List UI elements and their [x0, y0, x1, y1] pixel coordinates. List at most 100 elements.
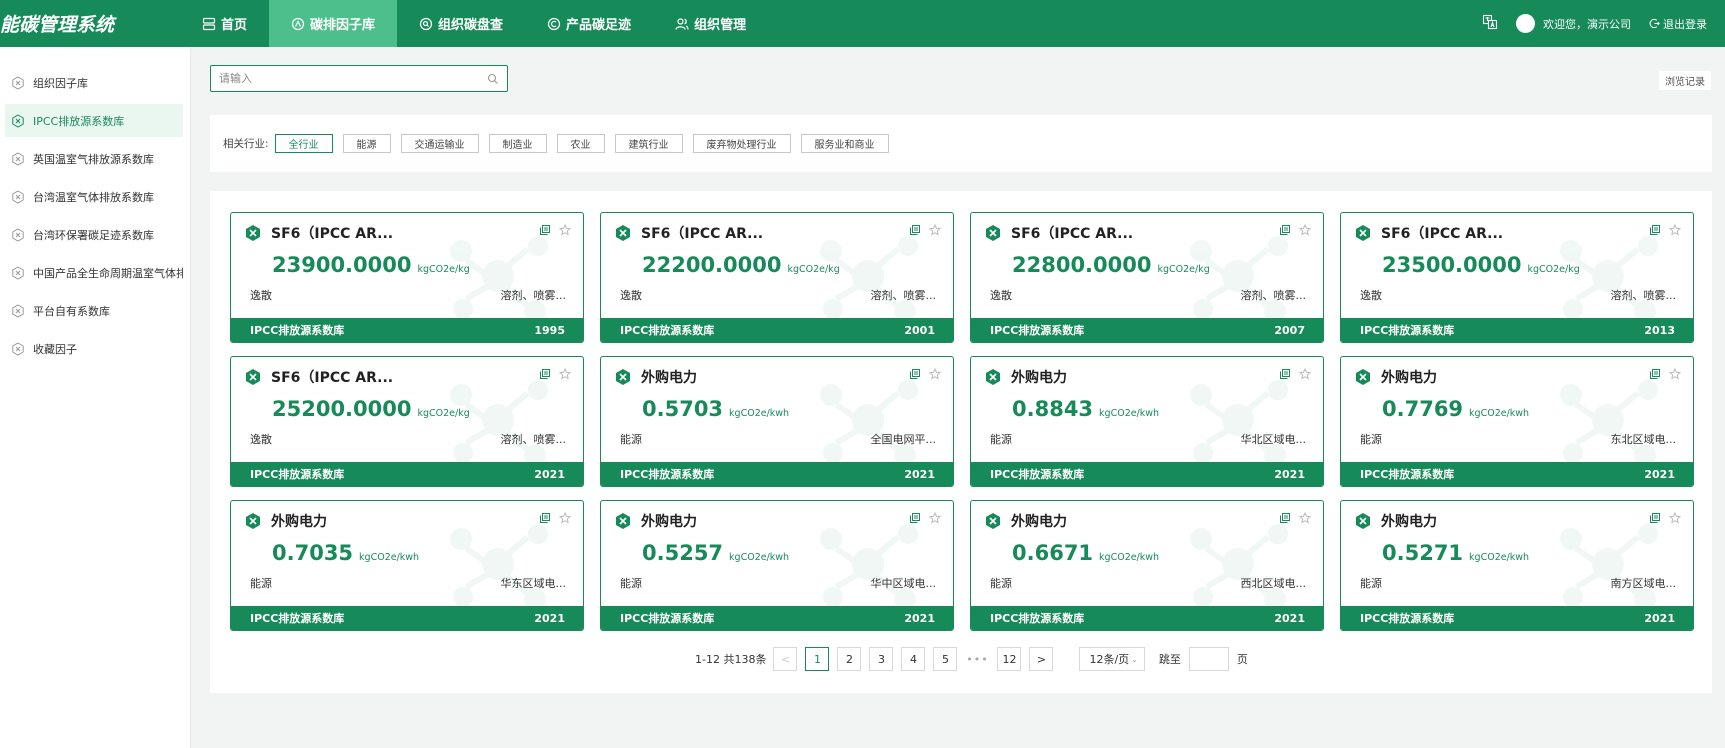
star-icon[interactable] — [929, 224, 941, 236]
factor-year: 2013 — [1644, 323, 1675, 337]
search-input[interactable] — [219, 72, 487, 85]
tag-construction[interactable]: 建筑行业 — [614, 134, 683, 153]
hexagon-icon — [12, 303, 24, 318]
star-icon[interactable] — [559, 512, 571, 524]
sidebar-item-favorites[interactable]: 收藏因子 — [5, 332, 183, 365]
tag-energy[interactable]: 能源 — [342, 134, 391, 153]
page-2-button[interactable]: 2 — [837, 647, 862, 671]
tag-waste[interactable]: 废弃物处理行业 — [692, 134, 791, 153]
nav-org-management[interactable]: 组织管理 — [653, 0, 768, 47]
copy-icon[interactable] — [539, 512, 551, 524]
sidebar: 组织因子库 IPCC排放源系数库 英国温室气排放源系数库 台湾温室气体排放系数库… — [0, 47, 191, 748]
factor-unit: kgCO2e/kg — [1157, 264, 1210, 275]
factor-card[interactable]: 外购电力 0.7769 kgCO2e/kwh 能源 东北区域电... IPCC排… — [1340, 356, 1694, 487]
tag-manufacturing[interactable]: 制造业 — [488, 134, 547, 153]
factor-card[interactable]: 外购电力 0.6671 kgCO2e/kwh 能源 西北区域电... IPCC排… — [970, 500, 1324, 631]
factor-card[interactable]: 外购电力 0.5257 kgCO2e/kwh 能源 华中区域电... IPCC排… — [600, 500, 954, 631]
star-icon[interactable] — [1299, 368, 1311, 380]
tag-all[interactable]: 全行业 — [274, 134, 333, 153]
star-icon[interactable] — [929, 368, 941, 380]
tag-transport[interactable]: 交通运输业 — [400, 134, 479, 153]
sidebar-item-china-lca[interactable]: 中国产品全生命周期温室气体排 — [5, 256, 183, 289]
star-icon[interactable] — [1299, 512, 1311, 524]
factor-card[interactable]: 外购电力 0.5703 kgCO2e/kwh 能源 全国电网平... IPCC排… — [600, 356, 954, 487]
copy-icon[interactable] — [1649, 512, 1661, 524]
factor-source: IPCC排放源系数库 — [1360, 612, 1455, 625]
factor-category: 逸散 — [1360, 289, 1382, 302]
factor-cards-panel: SF6（IPCC AR... 23900.0000 kgCO2e/kg 逸散 溶… — [210, 191, 1712, 693]
star-icon[interactable] — [559, 368, 571, 380]
page-5-button[interactable]: 5 — [933, 647, 958, 671]
factor-card[interactable]: 外购电力 0.7035 kgCO2e/kwh 能源 华东区域电... IPCC排… — [230, 500, 584, 631]
page-3-button[interactable]: 3 — [869, 647, 894, 671]
sidebar-item-taiwan-epa[interactable]: 台湾环保署碳足迹系数库 — [5, 218, 183, 251]
star-icon[interactable] — [1669, 368, 1681, 380]
copy-icon[interactable] — [539, 368, 551, 380]
page-4-button[interactable]: 4 — [901, 647, 926, 671]
card-title: 外购电力 — [1381, 514, 1437, 530]
page-12-button[interactable]: 12 — [997, 647, 1022, 671]
sidebar-item-uk[interactable]: 英国温室气排放源系数库 — [5, 142, 183, 175]
factor-description: 溶剂、喷雾... — [500, 289, 567, 302]
sidebar-item-taiwan-ghg[interactable]: 台湾温室气体排放系数库 — [5, 180, 183, 213]
star-icon[interactable] — [559, 224, 571, 236]
tag-service[interactable]: 服务业和商业 — [800, 134, 889, 153]
molecule-watermark-icon — [1560, 524, 1658, 609]
sidebar-item-platform[interactable]: 平台自有系数库 — [5, 294, 183, 327]
nav-product-footprint[interactable]: 产品碳足迹 — [525, 0, 653, 47]
card-title: 外购电力 — [1011, 370, 1067, 386]
page-size-select[interactable]: 12条/页 ⌄ — [1079, 647, 1145, 671]
copy-icon[interactable] — [909, 512, 921, 524]
star-icon[interactable] — [1669, 224, 1681, 236]
nav-org-inventory[interactable]: 组织碳盘查 — [397, 0, 525, 47]
copy-icon[interactable] — [539, 224, 551, 236]
copy-icon[interactable] — [1279, 512, 1291, 524]
copy-icon[interactable] — [909, 224, 921, 236]
copyright-icon — [547, 17, 561, 31]
translate-button[interactable] — [1482, 14, 1498, 33]
page-suffix: 页 — [1236, 653, 1248, 666]
hexagon-icon — [12, 227, 24, 242]
copy-icon[interactable] — [1649, 224, 1661, 236]
copy-icon[interactable] — [909, 368, 921, 380]
copy-icon[interactable] — [1279, 368, 1291, 380]
factor-card-grid: SF6（IPCC AR... 23900.0000 kgCO2e/kg 逸散 溶… — [230, 212, 1694, 631]
prev-page-button[interactable]: < — [773, 647, 798, 671]
copy-icon[interactable] — [1649, 368, 1661, 380]
factor-value: 22800.0000 — [1012, 253, 1152, 277]
copy-icon[interactable] — [1279, 224, 1291, 236]
jump-page-input[interactable] — [1188, 647, 1229, 671]
next-page-button[interactable]: > — [1029, 647, 1054, 671]
factor-source: IPCC排放源系数库 — [620, 612, 715, 625]
factor-card[interactable]: SF6（IPCC AR... 22800.0000 kgCO2e/kg 逸散 溶… — [970, 212, 1324, 343]
factor-card[interactable]: SF6（IPCC AR... 23500.0000 kgCO2e/kg 逸散 溶… — [1340, 212, 1694, 343]
factor-hexagon-icon — [246, 369, 260, 385]
star-icon[interactable] — [1669, 512, 1681, 524]
star-icon[interactable] — [929, 512, 941, 524]
factor-card[interactable]: 外购电力 0.8843 kgCO2e/kwh 能源 华北区域电... IPCC排… — [970, 356, 1324, 487]
factor-card[interactable]: SF6（IPCC AR... 23900.0000 kgCO2e/kg 逸散 溶… — [230, 212, 584, 343]
nav-factor-library[interactable]: 碳排因子库 — [269, 0, 398, 47]
factor-card[interactable]: SF6（IPCC AR... 25200.0000 kgCO2e/kg 逸散 溶… — [230, 356, 584, 487]
factor-description: 华中区域电... — [870, 577, 937, 590]
search-icon[interactable] — [487, 73, 499, 85]
browse-history-button[interactable]: 浏览记录 — [1659, 71, 1711, 90]
factor-hexagon-icon — [616, 513, 630, 529]
factor-source: IPCC排放源系数库 — [250, 324, 345, 337]
nav-home[interactable]: 首页 — [180, 0, 269, 47]
factor-card[interactable]: SF6（IPCC AR... 22200.0000 kgCO2e/kg 逸散 溶… — [600, 212, 954, 343]
sidebar-item-org-factors[interactable]: 组织因子库 — [5, 66, 183, 99]
factor-card[interactable]: 外购电力 0.5271 kgCO2e/kwh 能源 南方区域电... IPCC排… — [1340, 500, 1694, 631]
factor-value: 23900.0000 — [272, 253, 412, 277]
user-menu[interactable]: 欢迎您，演示公司 — [1516, 14, 1631, 33]
page-1-button[interactable]: 1 — [805, 647, 830, 671]
logout-button[interactable]: 退出登录 — [1649, 16, 1707, 32]
tag-agriculture[interactable]: 农业 — [556, 134, 605, 153]
factor-description: 西北区域电... — [1240, 577, 1307, 590]
sidebar-item-ipcc[interactable]: IPCC排放源系数库 — [5, 104, 183, 137]
factor-year: 2021 — [1644, 467, 1675, 481]
factor-unit: kgCO2e/kwh — [1469, 552, 1530, 563]
star-icon[interactable] — [1299, 224, 1311, 236]
factor-icon — [291, 17, 305, 31]
page-ellipsis[interactable]: ••• — [965, 653, 989, 666]
